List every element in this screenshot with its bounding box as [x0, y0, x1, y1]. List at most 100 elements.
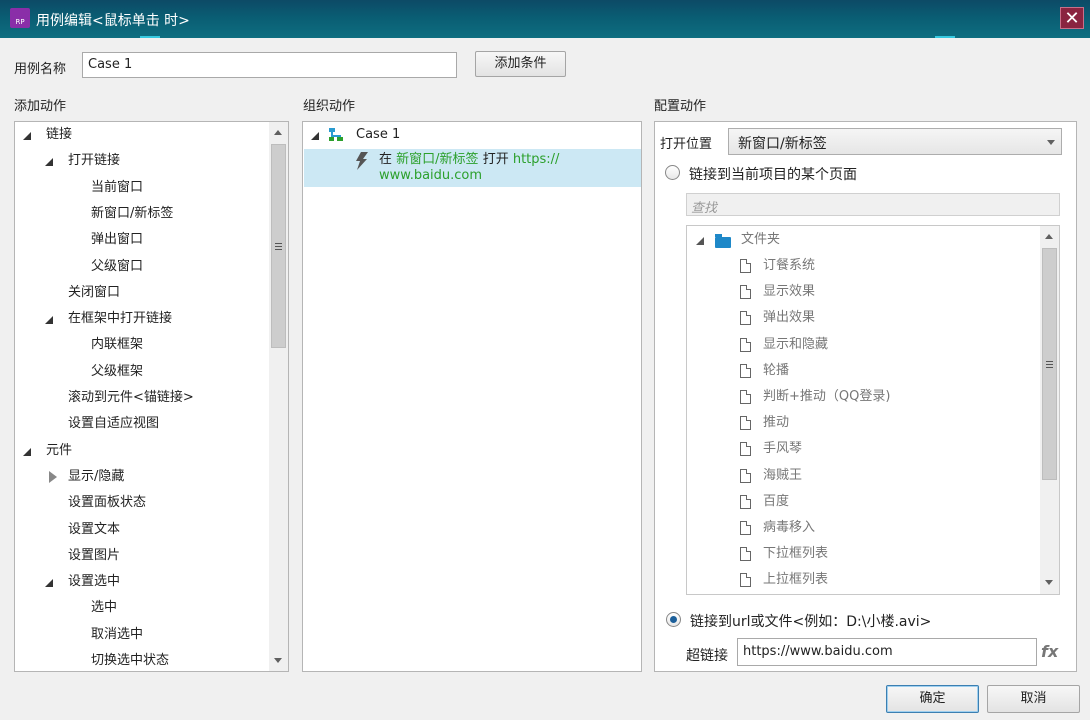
action-tree-item[interactable]: 取消选中: [15, 622, 267, 648]
action-tree-item[interactable]: 在框架中打开链接: [15, 306, 267, 332]
search-placeholder: 查找: [691, 201, 718, 216]
page-tree-item[interactable]: 下拉框列表: [687, 541, 1037, 567]
page-tree-scrollbar[interactable]: [1040, 226, 1059, 594]
action-tree-label: 弹出窗口: [91, 232, 144, 248]
action-tree-item[interactable]: 切换选中状态: [15, 648, 267, 671]
action-tree-item[interactable]: 打开链接: [15, 148, 267, 174]
page-search-input[interactable]: 查找: [686, 193, 1060, 216]
title-accent: [935, 36, 955, 38]
action-tree-item[interactable]: 设置图片: [15, 543, 267, 569]
expand-triangle-icon[interactable]: [45, 316, 53, 325]
action-tree-item[interactable]: 选中: [15, 595, 267, 621]
page-tree-item[interactable]: 显示效果: [687, 279, 1037, 305]
action-tree-item[interactable]: 滚动到元件<锚链接>: [15, 385, 267, 411]
page-tree-item[interactable]: 弹出效果: [687, 305, 1037, 331]
page-label: 推动: [763, 415, 790, 431]
page-icon: [740, 259, 751, 273]
page-label: 下拉框列表: [763, 546, 829, 562]
action-tree-item[interactable]: 设置面板状态: [15, 490, 267, 516]
page-tree-item[interactable]: 手风琴: [687, 436, 1037, 462]
page-tree-item[interactable]: 推动: [687, 410, 1037, 436]
case-icon: [329, 128, 343, 141]
action-tree-label: 链接: [46, 127, 73, 142]
hyperlink-input[interactable]: https://www.baidu.com: [737, 638, 1037, 666]
page-tree-item[interactable]: 上拉框列表: [687, 567, 1037, 593]
action-tree-item[interactable]: 父级窗口: [15, 254, 267, 280]
action-tree-item[interactable]: 新窗口/新标签: [15, 201, 267, 227]
page-tree-item[interactable]: 轮播: [687, 358, 1037, 384]
action-tree-item[interactable]: 内联框架: [15, 332, 267, 358]
action-tree-label: 父级框架: [91, 363, 144, 379]
link-page-label: 链接到当前项目的某个页面: [689, 167, 857, 183]
page-label: 订餐系统: [763, 258, 816, 273]
link-url-radio[interactable]: [666, 612, 681, 627]
page-label: 百度: [763, 493, 790, 509]
fx-button[interactable]: fx: [1041, 642, 1058, 661]
organize-actions-heading: 组织动作: [303, 99, 356, 114]
scroll-up-arrow-icon[interactable]: [1045, 234, 1053, 239]
page-label: 显示和隐藏: [763, 336, 829, 352]
page-icon: [740, 416, 751, 431]
page-tree-item[interactable]: 判断+推动（QQ登录): [687, 384, 1037, 410]
page-icon: [740, 573, 751, 588]
case-name-input[interactable]: Case 1: [82, 52, 457, 78]
scroll-thumb[interactable]: [1042, 248, 1057, 480]
scroll-down-arrow-icon[interactable]: [274, 658, 282, 663]
page-tree-item[interactable]: 病毒移入: [687, 515, 1037, 541]
page-tree: 文件夹 订餐系统 显示效果 弹出效果 显示和隐藏 轮播 判断+推动（QQ登录) 推动 手风琴海…: [686, 225, 1060, 595]
expand-triangle-icon[interactable]: [696, 237, 704, 245]
action-tree-item[interactable]: 弹出窗口: [15, 227, 267, 253]
action-tree-item[interactable]: 父级框架: [15, 359, 267, 385]
action-tree-item[interactable]: 设置选中: [15, 569, 267, 595]
add-actions-scrollbar[interactable]: [269, 122, 288, 671]
expand-triangle-icon[interactable]: [45, 579, 53, 588]
page-icon: [740, 494, 751, 509]
action-tree-item[interactable]: 显示/隐藏: [15, 464, 267, 490]
page-tree-item[interactable]: 海贼王: [687, 463, 1037, 489]
page-tree-item[interactable]: 显示和隐藏: [687, 332, 1037, 358]
scroll-thumb[interactable]: [271, 144, 286, 348]
page-icon: [740, 547, 751, 562]
action-tree-label: 在框架中打开链接: [68, 311, 173, 327]
app-icon-text: RP: [15, 18, 25, 26]
action-tree-item[interactable]: 链接: [15, 122, 267, 148]
action-verb: 打开: [482, 152, 509, 167]
page-tree-item[interactable]: 订餐系统: [687, 253, 1037, 279]
action-target: 新窗口/新标签: [396, 152, 479, 167]
action-tree-label: 父级窗口: [91, 258, 144, 274]
action-tree-label: 选中: [91, 600, 118, 616]
ok-button[interactable]: 确定: [886, 685, 979, 713]
link-page-radio[interactable]: [665, 165, 680, 180]
action-tree-label: 滚动到元件<锚链接>: [68, 390, 194, 405]
action-tree-item[interactable]: 设置文本: [15, 517, 267, 543]
action-tree-item[interactable]: 关闭窗口: [15, 280, 267, 306]
expand-triangle-icon[interactable]: [23, 447, 31, 456]
page-icon: [740, 390, 751, 404]
collapse-triangle-icon[interactable]: [49, 470, 57, 483]
expand-triangle-icon[interactable]: [23, 132, 31, 140]
case-row[interactable]: Case 1: [303, 122, 641, 148]
app-icon: RP: [10, 8, 30, 28]
action-tree-item[interactable]: 当前窗口: [15, 175, 267, 201]
page-icon: [740, 285, 751, 300]
action-row[interactable]: 在 新窗口/新标签 打开 https:// www.baidu.com: [304, 149, 641, 187]
title-accent: [140, 36, 160, 38]
page-tree-item[interactable]: 百度: [687, 489, 1037, 515]
close-button[interactable]: ✕: [1060, 7, 1084, 29]
expand-triangle-icon[interactable]: [45, 158, 53, 167]
open-in-select[interactable]: 新窗口/新标签: [728, 128, 1062, 155]
action-url-line1: https://: [512, 152, 560, 167]
organize-actions-tree: Case 1 在 新窗口/新标签 打开 https:// www.baidu.c…: [302, 121, 642, 672]
action-tree-label: 设置文本: [68, 521, 121, 537]
action-tree-label: 设置选中: [68, 574, 121, 590]
cancel-button[interactable]: 取消: [987, 685, 1080, 713]
action-tree-item[interactable]: 元件: [15, 438, 267, 464]
expand-triangle-icon[interactable]: [311, 132, 319, 140]
add-condition-button[interactable]: 添加条件: [475, 51, 566, 77]
action-tree-label: 设置图片: [68, 547, 121, 563]
scroll-up-arrow-icon[interactable]: [274, 130, 282, 135]
action-tree-label: 新窗口/新标签: [91, 205, 174, 221]
action-tree-item[interactable]: 设置自适应视图: [15, 411, 267, 437]
scroll-down-arrow-icon[interactable]: [1045, 580, 1053, 585]
action-tree-label: 显示/隐藏: [68, 468, 125, 484]
